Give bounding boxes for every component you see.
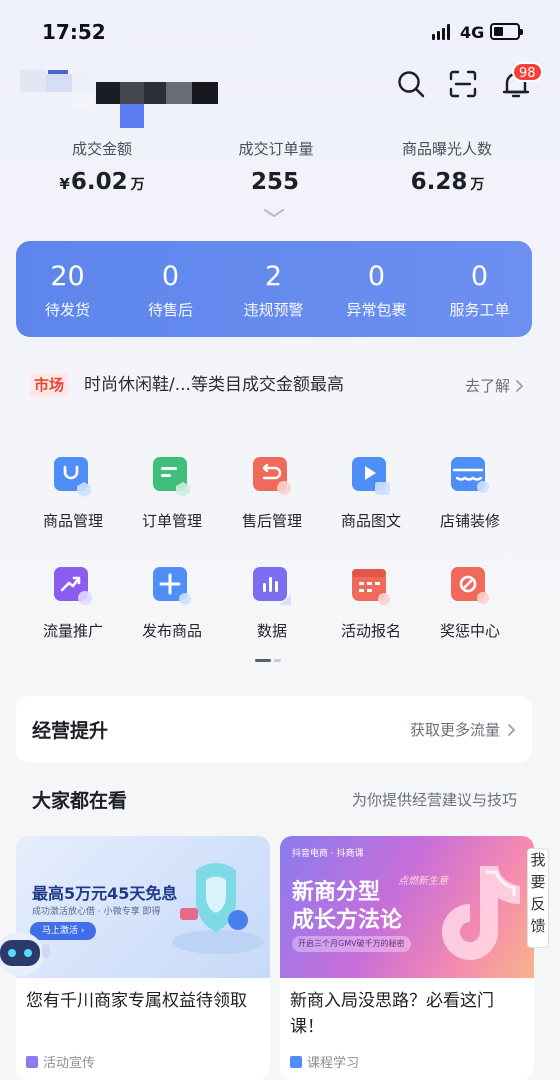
- traffic-promo-icon: [54, 567, 92, 605]
- metric-exposure[interactable]: 商品曝光人数 6.28 万: [362, 138, 532, 195]
- notification-badge: 98: [512, 62, 543, 82]
- order-stat-service-ticket[interactable]: 0 服务工单: [428, 261, 531, 320]
- search-icon[interactable]: [395, 68, 427, 100]
- signal-icon: [432, 24, 454, 40]
- feed-banner: 抖音电商 · 抖商课 新商分型 成长方法论 点燃新生意 开启三个月GMV破千万的…: [280, 836, 534, 978]
- order-label: 待售后: [147, 301, 193, 319]
- order-label: 异常包裹: [346, 301, 407, 319]
- banner-subtext: 开启三个月GMV破千万的秘密: [292, 936, 411, 952]
- network-label: 4G: [460, 23, 485, 42]
- more-traffic-link[interactable]: 获取更多流量: [410, 719, 500, 740]
- tool-product-media[interactable]: 商品图文: [321, 454, 421, 531]
- activity-signup-icon: [352, 569, 390, 605]
- grid-page-indicator: [255, 659, 283, 663]
- metric-value: ¥6.02 万: [59, 169, 145, 195]
- market-learn-more-link[interactable]: 去了解: [465, 375, 510, 396]
- metric-label: 成交订单量: [238, 140, 314, 158]
- metric-orders[interactable]: 成交订单量 255: [191, 138, 361, 195]
- feed-card-qianchuan[interactable]: 最高5万元45天免息 成功激活放心借 · 小微专享 即得 马上激活 › 您有千川…: [16, 836, 270, 1080]
- tool-label: 商品管理: [42, 512, 103, 530]
- metric-label: 商品曝光人数: [401, 140, 492, 158]
- tool-traffic-promo[interactable]: 流量推广: [23, 564, 123, 641]
- product-media-icon: [352, 457, 390, 495]
- tool-label: 数据: [256, 622, 287, 640]
- tool-shop-decor[interactable]: 店铺装修: [420, 454, 520, 531]
- banner-accent: 点燃新生意: [398, 876, 448, 887]
- feed-section-title: 大家都在看: [32, 790, 128, 812]
- tool-after-sale[interactable]: 售后管理: [222, 454, 322, 531]
- tool-product-manage[interactable]: 商品管理: [23, 454, 123, 531]
- product-manage-icon: [54, 457, 91, 497]
- feedback-tab[interactable]: 我要反馈: [527, 848, 549, 948]
- feed-title: 新商入局没思路？必看这门课！: [290, 991, 494, 1037]
- sales-metrics: 成交金额 ¥6.02 万 成交订单量 255 商品曝光人数 6.28 万: [0, 138, 560, 204]
- tool-publish-product[interactable]: 发布商品: [122, 564, 222, 641]
- market-tag: 市场: [30, 373, 69, 397]
- market-notice[interactable]: 市场 时尚休闲鞋/...等类目成交金额最高 去了解: [16, 360, 532, 414]
- order-count: 20: [50, 261, 85, 292]
- banner-headline-line2: 成长方法论: [292, 908, 403, 933]
- order-label: 服务工单: [449, 301, 510, 319]
- tool-activity-signup[interactable]: 活动报名: [321, 564, 421, 641]
- course-tag-icon: [290, 1056, 302, 1068]
- tool-label: 售后管理: [241, 512, 302, 530]
- business-title: 经营提升: [32, 720, 109, 742]
- business-improvement-card[interactable]: 经营提升 获取更多流量: [16, 696, 532, 762]
- banner-brand: 抖音电商 · 抖商课: [292, 849, 364, 859]
- order-label: 待发货: [44, 301, 90, 319]
- order-label: 违规预警: [243, 301, 304, 319]
- order-stat-pending-ship[interactable]: 20 待发货: [16, 261, 119, 320]
- order-status-card: 20 待发货 0 待售后 2 违规预警 0 异常包裹 0 服务工单: [16, 241, 532, 337]
- order-stat-abnormal-package[interactable]: 0 异常包裹: [325, 261, 428, 320]
- tool-reward-penalty[interactable]: 奖惩中心: [420, 564, 520, 641]
- after-sale-icon: [253, 457, 291, 495]
- status-bar: 17:52 4G: [0, 0, 560, 62]
- metric-label: 成交金额: [71, 140, 132, 158]
- feed-tag: 课程学习: [290, 1052, 359, 1071]
- tool-label: 活动报名: [340, 622, 401, 640]
- order-stat-after-sale[interactable]: 0 待售后: [119, 261, 222, 320]
- banner-subtext: 成功激活放心借 · 小微专享 即得: [32, 907, 161, 917]
- tool-data[interactable]: 数据: [222, 564, 322, 641]
- tool-label: 奖惩中心: [439, 622, 500, 640]
- chevron-right-icon: [516, 380, 523, 392]
- metric-value: 255: [250, 169, 299, 195]
- shield-illustration-icon: [172, 863, 264, 954]
- metric-value: 6.28 万: [410, 169, 485, 195]
- activity-tag-icon: [26, 1056, 38, 1068]
- chevron-right-icon: [508, 724, 515, 736]
- market-text: 时尚休闲鞋/...等类目成交金额最高: [84, 375, 344, 395]
- tool-label: 发布商品: [141, 622, 202, 640]
- assistant-robot-icon[interactable]: [0, 920, 54, 984]
- feed-tag: 活动宣传: [26, 1052, 95, 1071]
- order-count: 0: [161, 261, 180, 292]
- status-time: 17:52: [42, 20, 106, 44]
- header: 98: [0, 60, 560, 128]
- order-count: 0: [367, 261, 386, 292]
- tool-label: 店铺装修: [439, 512, 500, 530]
- store-name-redacted: [20, 70, 220, 128]
- publish-product-icon: [153, 567, 191, 605]
- banner-headline: 最高5万元45天免息: [32, 884, 178, 903]
- data-icon: [253, 567, 291, 605]
- shop-decor-icon: [451, 457, 489, 493]
- tool-grid: 商品管理 订单管理 售后管理 商品图文 店铺装修 流量推广 发布商品 数据 活动…: [16, 440, 532, 670]
- order-stat-violation[interactable]: 2 违规预警: [222, 261, 325, 320]
- tool-order-manage[interactable]: 订单管理: [122, 454, 222, 531]
- tool-label: 订单管理: [141, 512, 202, 530]
- order-count: 0: [470, 261, 489, 292]
- feed-section-subtitle: 为你提供经营建议与技巧: [351, 791, 517, 809]
- tool-label: 流量推广: [42, 622, 103, 640]
- feed-card-new-merchant[interactable]: 抖音电商 · 抖商课 新商分型 成长方法论 点燃新生意 开启三个月GMV破千万的…: [280, 836, 534, 1080]
- scan-icon[interactable]: [447, 68, 479, 100]
- tool-label: 商品图文: [340, 512, 401, 530]
- order-manage-icon: [153, 457, 190, 497]
- metric-gmv[interactable]: 成交金额 ¥6.02 万: [17, 138, 187, 195]
- feed-title: 您有千川商家专属权益待领取: [26, 991, 247, 1011]
- chevron-down-icon[interactable]: [262, 206, 286, 220]
- reward-penalty-icon: [451, 567, 489, 604]
- battery-icon: [490, 23, 523, 40]
- feed-banner: 最高5万元45天免息 成功激活放心借 · 小微专享 即得 马上激活 ›: [16, 836, 270, 978]
- order-count: 2: [264, 261, 283, 292]
